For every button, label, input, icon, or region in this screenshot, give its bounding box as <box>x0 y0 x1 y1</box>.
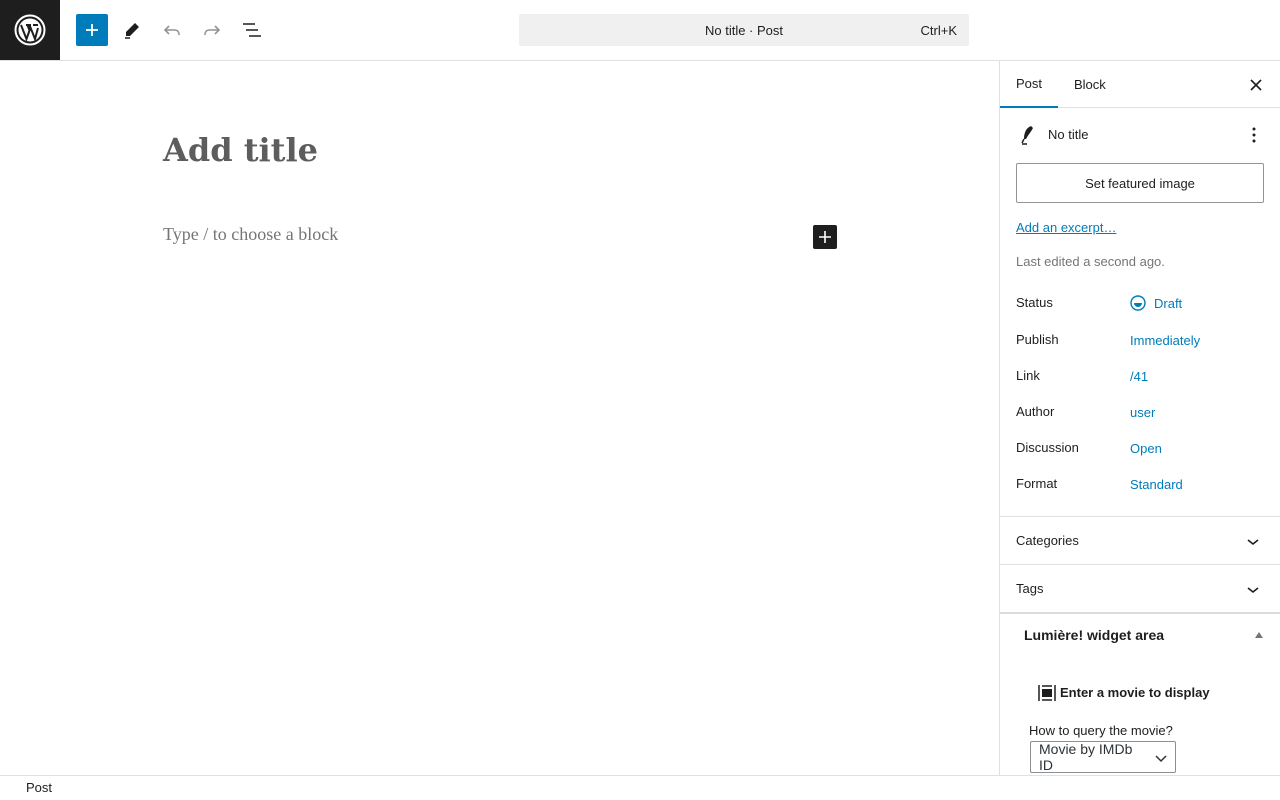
link-value-button[interactable]: /41 <box>1130 369 1148 384</box>
breadcrumb-post[interactable]: Post <box>26 780 52 795</box>
post-title: No title <box>1048 127 1089 142</box>
list-view-icon <box>243 23 261 37</box>
format-value-button[interactable]: Standard <box>1130 477 1183 492</box>
footer-breadcrumb-bar: Post <box>0 775 1280 800</box>
query-label: How to query the movie? <box>1029 723 1173 738</box>
panel-divider <box>1000 612 1280 614</box>
sidebar-tabs: Post Block <box>1000 61 1280 108</box>
author-label: Author <box>1016 404 1055 419</box>
draft-status-icon <box>1130 295 1146 311</box>
format-label: Format <box>1016 476 1058 491</box>
document-overview-button[interactable] <box>236 14 268 46</box>
wordpress-logo-button[interactable] <box>0 0 60 60</box>
tags-panel-toggle[interactable]: Tags <box>1000 565 1280 612</box>
command-palette-button[interactable]: No title · Post Ctrl+K <box>519 14 969 46</box>
status-value: Draft <box>1154 296 1183 311</box>
wordpress-icon <box>14 14 46 46</box>
collapse-caret-icon[interactable] <box>1255 632 1263 638</box>
post-feather-icon <box>1021 126 1033 145</box>
redo-icon <box>204 25 221 35</box>
plus-icon <box>86 24 98 36</box>
widget-area-title[interactable]: Lumière! widget area <box>1024 627 1164 643</box>
undo-button[interactable] <box>156 14 188 46</box>
author-value-button[interactable]: user <box>1130 405 1155 420</box>
plus-icon <box>819 231 831 243</box>
categories-panel-title: Categories <box>1016 533 1079 548</box>
tools-button[interactable] <box>116 14 148 46</box>
query-method-select[interactable]: Movie by IMDb ID <box>1030 741 1176 773</box>
command-title: No title · Post <box>704 22 784 38</box>
publish-label: Publish <box>1016 332 1059 347</box>
movie-embed-icon <box>1038 685 1056 701</box>
close-sidebar-button[interactable] <box>1244 73 1268 97</box>
categories-panel-toggle[interactable]: Categories <box>1000 517 1280 564</box>
redo-button[interactable] <box>196 14 228 46</box>
publish-value-button[interactable]: Immediately <box>1130 333 1200 348</box>
block-inserter-button[interactable] <box>76 14 108 46</box>
inline-block-inserter-button[interactable] <box>813 225 837 249</box>
chevron-down-icon <box>1247 539 1259 546</box>
post-actions-button[interactable] <box>1242 123 1266 147</box>
chevron-down-icon <box>1247 587 1259 594</box>
add-excerpt-link[interactable]: Add an excerpt… <box>1016 220 1116 235</box>
post-summary-header: No title <box>1016 123 1266 147</box>
link-label: Link <box>1016 368 1040 383</box>
pencil-icon <box>125 23 139 39</box>
status-label: Status <box>1016 295 1053 310</box>
more-vertical-icon <box>1252 127 1256 143</box>
discussion-value-button[interactable]: Open <box>1130 441 1162 456</box>
command-shortcut: Ctrl+K <box>920 23 957 38</box>
tags-panel-title: Tags <box>1016 581 1044 596</box>
tab-post[interactable]: Post <box>1000 61 1059 108</box>
discussion-label: Discussion <box>1016 440 1079 455</box>
undo-icon <box>163 25 180 35</box>
query-method-value: Movie by IMDb ID <box>1039 741 1133 773</box>
post-title-input[interactable]: Add title <box>163 131 318 169</box>
chevron-down-icon <box>1155 755 1167 763</box>
block-placeholder[interactable]: Type / to choose a block <box>163 224 338 245</box>
editor-header: No title · Post Ctrl+K <box>0 0 1280 61</box>
close-icon <box>1250 79 1262 91</box>
editor-canvas: Add title Type / to choose a block <box>0 61 999 775</box>
movie-prompt-text: Enter a movie to display <box>1060 685 1210 700</box>
last-edited-text: Last edited a second ago. <box>1016 254 1165 269</box>
settings-sidebar: Post Block No title Set featured image A… <box>999 61 1280 775</box>
set-featured-image-button[interactable]: Set featured image <box>1016 163 1264 203</box>
tab-block[interactable]: Block <box>1058 61 1122 108</box>
